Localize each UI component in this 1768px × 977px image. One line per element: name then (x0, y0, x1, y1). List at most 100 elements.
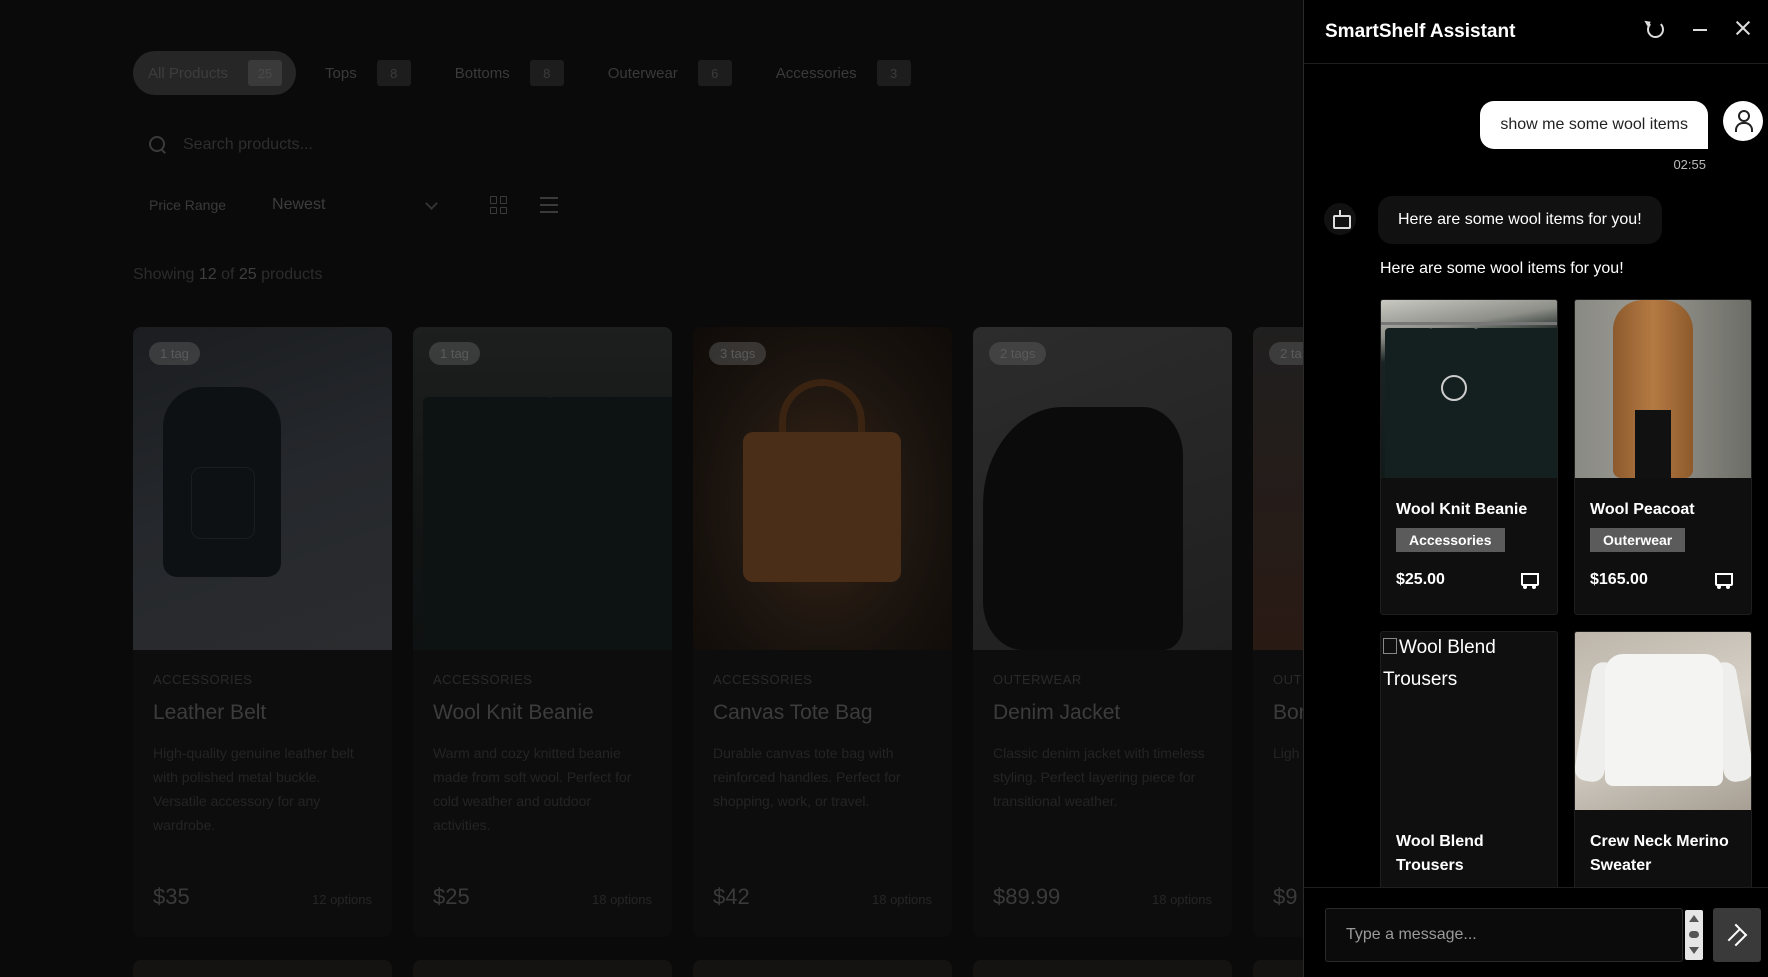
product-name: Leather Belt (153, 701, 267, 724)
showing-prefix: Showing (133, 266, 195, 283)
product-card[interactable]: 2 tags OUTERWEAR Denim Jacket Classic de… (973, 327, 1232, 937)
product-category: ACCESSORIES (433, 672, 533, 687)
filter-bar: Price Range Newest (149, 196, 559, 214)
grid-view-icon[interactable] (490, 196, 508, 214)
category-badge: Outerwear (1590, 528, 1686, 552)
tab-bottoms[interactable]: Bottoms 8 (440, 51, 579, 95)
product-card[interactable]: 3 tags ACCESSORIES Canvas Tote Bag Durab… (693, 327, 952, 937)
product-category: ACCESSORIES (713, 672, 813, 687)
tag-badge: 2 ta (1269, 342, 1303, 365)
category-tabs: All Products 25 Tops 8 Bottoms 8 Outerwe… (133, 51, 940, 95)
product-price: $35 (153, 884, 190, 909)
tab-count: 6 (697, 60, 732, 86)
product-name: Bor (1273, 701, 1303, 724)
chat-header: SmartShelf Assistant (1304, 0, 1768, 64)
tag-badge: 1 tag (149, 342, 200, 365)
product-card[interactable] (973, 960, 1232, 977)
tag-badge: 2 tags (989, 342, 1047, 365)
tag-badge: 3 tags (709, 342, 767, 365)
chevron-down-icon (425, 196, 438, 210)
cart-icon[interactable] (1711, 570, 1733, 590)
search-icon (147, 134, 169, 156)
chat-product-card[interactable]: Wool Peacoat Outerwear $165.00 (1574, 299, 1752, 615)
showing-suffix: products (261, 266, 323, 283)
product-grid-row-2 (133, 960, 1303, 977)
tag-badge: 1 tag (429, 342, 480, 365)
product-image: Wool Blend Trousers (1381, 632, 1557, 810)
bot-icon (1324, 203, 1356, 235)
product-image: 2 tags (973, 327, 1232, 650)
tab-accessories[interactable]: Accessories 3 (761, 51, 926, 95)
product-card[interactable] (413, 960, 672, 977)
product-name: Crew Neck Merino Sweater (1590, 833, 1729, 874)
product-options: 18 options (1152, 892, 1212, 907)
product-image (1381, 300, 1557, 478)
search-input[interactable] (183, 136, 783, 154)
product-card[interactable] (1253, 960, 1303, 977)
product-price: $165.00 (1590, 571, 1648, 588)
tab-all-products[interactable]: All Products 25 (133, 51, 297, 95)
cart-icon[interactable] (1517, 570, 1539, 590)
arrow-up-icon[interactable] (1689, 915, 1699, 922)
close-icon[interactable] (1732, 18, 1754, 40)
showing-of: of (221, 266, 235, 283)
message-input[interactable] (1325, 908, 1683, 962)
list-view-icon[interactable] (540, 197, 559, 213)
chat-messages[interactable]: show me some wool items 02:55 Here are s… (1304, 65, 1768, 887)
product-card[interactable]: 1 tag ACCESSORIES Wool Knit Beanie Warm … (413, 327, 672, 937)
chat-product-card[interactable]: Crew Neck Merino Sweater (1574, 631, 1752, 887)
product-price: $25.00 (1396, 571, 1445, 588)
product-name: Wool Knit Beanie (433, 701, 594, 724)
product-description: Durable canvas tote bag with reinforced … (713, 745, 901, 809)
product-image: 1 tag (133, 327, 392, 650)
sort-value: Newest (272, 196, 326, 213)
product-image: 2 ta (1253, 327, 1303, 650)
product-description: High-quality genuine leather belt with p… (153, 745, 354, 833)
product-description: Ligh ribb oute (1273, 745, 1303, 761)
product-category: ACCESSORIES (153, 672, 253, 687)
scroll-thumb[interactable] (1689, 931, 1699, 938)
product-options: 18 options (872, 892, 932, 907)
minimize-icon[interactable] (1689, 18, 1711, 40)
chat-product-card[interactable]: Wool Blend Trousers Wool Blend Trousers (1380, 631, 1558, 887)
tab-tops[interactable]: Tops 8 (310, 51, 426, 95)
product-category: OUTERWEAR (993, 672, 1082, 687)
product-card[interactable] (133, 960, 392, 977)
tab-count: 8 (376, 60, 411, 86)
product-name: Denim Jacket (993, 701, 1121, 724)
send-button[interactable] (1713, 908, 1761, 962)
product-options: 12 options (312, 892, 372, 907)
tab-count: 25 (248, 60, 283, 86)
product-grid: 1 tag ACCESSORIES Leather Belt High-qual… (133, 327, 1303, 937)
showing-total: 25 (238, 266, 257, 283)
price-range-button[interactable]: Price Range (149, 197, 226, 213)
bot-text: Here are some wool items for you! (1380, 260, 1624, 277)
tab-label: Outerwear (607, 64, 678, 82)
arrow-down-icon[interactable] (1689, 947, 1699, 954)
page: All Products 25 Tops 8 Bottoms 8 Outerwe… (0, 0, 1768, 977)
tab-count: 3 (876, 60, 911, 86)
category-badge: Accessories (1396, 528, 1505, 552)
chat-footer (1304, 887, 1768, 977)
chat-product-card[interactable]: Wool Knit Beanie Accessories $25.00 (1380, 299, 1558, 615)
product-name: Wool Peacoat (1590, 501, 1695, 518)
sort-select[interactable]: Newest (272, 196, 442, 214)
product-price: $42 (713, 884, 750, 909)
product-image (1575, 300, 1751, 478)
tab-label: All Products (148, 64, 229, 82)
product-card[interactable] (693, 960, 952, 977)
product-options: 18 options (592, 892, 652, 907)
broken-image-alt: Wool Blend Trousers (1381, 632, 1557, 696)
input-resize-stepper[interactable] (1685, 910, 1703, 960)
tab-outerwear[interactable]: Outerwear 6 (593, 51, 747, 95)
product-name: Wool Knit Beanie (1396, 501, 1528, 518)
product-card[interactable]: 2 ta OUT Bor Ligh ribb oute $9 (1253, 327, 1303, 937)
results-count: Showing 12 of 25 products (133, 266, 323, 284)
product-card[interactable]: 1 tag ACCESSORIES Leather Belt High-qual… (133, 327, 392, 937)
product-name: Canvas Tote Bag (713, 701, 873, 724)
message-time: 02:55 (1673, 157, 1706, 172)
user-message: show me some wool items (1480, 101, 1708, 149)
refresh-icon[interactable] (1644, 18, 1666, 40)
chat-title: SmartShelf Assistant (1325, 20, 1516, 42)
product-image: 3 tags (693, 327, 952, 650)
